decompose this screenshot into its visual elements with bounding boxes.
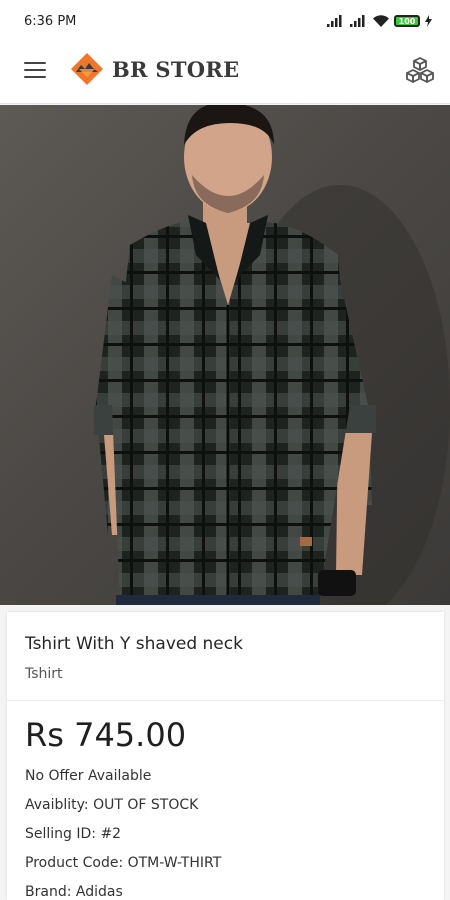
brand-name: BR STORE: [112, 56, 240, 82]
product-image-carousel[interactable]: [0, 105, 450, 605]
divider: [7, 700, 444, 701]
availability-text: Avaiblity: OUT OF STOCK: [25, 797, 199, 813]
wifi-icon: [373, 15, 389, 27]
battery-icon: 100: [394, 15, 420, 27]
signal-icon-2: [350, 15, 365, 27]
signal-icon: [327, 15, 342, 27]
battery-level: 100: [398, 16, 416, 26]
charging-icon: [425, 15, 432, 27]
product-category: Tshirt: [25, 666, 63, 682]
product-price: Rs 745.00: [25, 716, 187, 754]
cubes-icon[interactable]: [404, 56, 436, 86]
selling-id-text: Selling ID: #2: [25, 826, 122, 842]
product-code-text: Product Code: OTM-W-THIRT: [25, 855, 222, 871]
hamburger-menu-icon[interactable]: [24, 62, 46, 80]
product-title: Tshirt With Y shaved neck: [25, 634, 243, 654]
offer-text: No Offer Available: [25, 768, 152, 784]
product-photo: [94, 105, 450, 605]
brand-text: Brand: Adidas: [25, 884, 123, 900]
app-bar: BR STORE: [0, 42, 450, 104]
product-details-card: Tshirt With Y shaved neck Tshirt Rs 745.…: [7, 612, 444, 900]
status-icons: 100: [327, 15, 432, 27]
diamond-logo-icon: [71, 53, 103, 85]
store-logo[interactable]: BR STORE: [70, 52, 239, 86]
status-bar: 6:36 PM 100: [0, 0, 450, 42]
status-time: 6:36 PM: [24, 13, 77, 29]
